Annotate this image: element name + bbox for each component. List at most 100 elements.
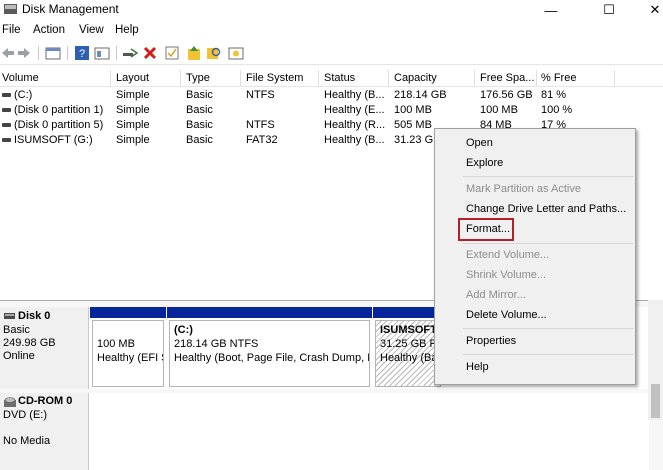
column-divider[interactable] xyxy=(614,70,615,86)
partition-bar xyxy=(167,307,372,318)
toolbar-separator xyxy=(116,46,117,60)
menu-action[interactable]: Action xyxy=(33,24,65,36)
menu-properties[interactable]: Properties xyxy=(466,335,516,347)
checklist-icon[interactable] xyxy=(164,45,180,61)
window-title: Disk Management xyxy=(22,2,119,16)
close-button[interactable]: ✕ xyxy=(633,0,663,20)
volume-row[interactable]: (Disk 0 partition 1) Simple Basic Health… xyxy=(0,103,663,118)
disk-name: Disk 0 xyxy=(18,310,51,322)
column-status[interactable]: Status xyxy=(324,72,386,84)
partition-box-selected: ISUMSOFT 31.25 GB FA Healthy (Ba xyxy=(375,320,441,387)
properties-icon[interactable] xyxy=(45,45,61,61)
disk-status: No Media xyxy=(3,435,51,447)
column-divider[interactable] xyxy=(474,70,475,86)
cell-percent-free: 81 % xyxy=(541,89,567,101)
column-divider[interactable] xyxy=(240,70,241,86)
column-percent-free[interactable]: % Free xyxy=(541,72,611,84)
menu-view[interactable]: View xyxy=(79,24,104,36)
menu-explore[interactable]: Explore xyxy=(466,157,503,169)
title-bar: Disk Management — ☐ ✕ xyxy=(0,0,663,20)
cell-free-space: 176.56 GB xyxy=(480,89,533,101)
cell-status: Healthy (R... xyxy=(324,119,386,131)
column-divider[interactable] xyxy=(388,70,389,86)
format-highlight-box xyxy=(458,218,514,241)
partition-bar xyxy=(373,307,443,318)
minimize-icon: — xyxy=(544,2,558,18)
column-volume[interactable]: Volume xyxy=(2,72,108,84)
help-icon[interactable]: ? xyxy=(74,45,90,61)
cell-capacity: 218.14 GB xyxy=(394,89,447,101)
volume-icon xyxy=(2,138,11,142)
menu-separator xyxy=(463,243,633,244)
cdrom-icon xyxy=(4,397,16,407)
list-view-icon[interactable] xyxy=(94,45,110,61)
disk-size: 249.98 GB xyxy=(3,337,56,349)
column-divider[interactable] xyxy=(536,70,537,86)
cell-capacity: 100 MB xyxy=(394,104,432,116)
partition-box: 100 MB Healthy (EFI S xyxy=(92,320,164,387)
cell-type: Basic xyxy=(186,134,213,146)
column-layout[interactable]: Layout xyxy=(116,72,178,84)
partition-c[interactable]: (C:) 218.14 GB NTFS Healthy (Boot, Page … xyxy=(167,307,372,387)
menu-help-item[interactable]: Help xyxy=(466,361,489,373)
search-icon[interactable] xyxy=(206,45,222,61)
column-divider[interactable] xyxy=(180,70,181,86)
scrollbar-thumb[interactable] xyxy=(651,384,660,418)
disk-type: DVD (E:) xyxy=(3,409,47,421)
disk-name: CD-ROM 0 xyxy=(18,395,73,407)
menu-extend-volume: Extend Volume... xyxy=(466,249,550,261)
menu-separator xyxy=(463,354,633,355)
maximize-button[interactable]: ☐ xyxy=(587,0,631,20)
column-file-system[interactable]: File System xyxy=(246,72,316,84)
cell-type: Basic xyxy=(186,89,213,101)
cell-layout: Simple xyxy=(116,104,150,116)
cell-status: Healthy (E... xyxy=(324,104,385,116)
back-icon[interactable] xyxy=(0,45,16,61)
cell-file-system: FAT32 xyxy=(246,134,278,146)
menu-change-drive-letter[interactable]: Change Drive Letter and Paths... xyxy=(466,203,626,215)
partition-status: Healthy (Boot, Page File, Crash Dump, Ba xyxy=(174,352,370,364)
menu-delete-volume[interactable]: Delete Volume... xyxy=(466,309,547,321)
svg-text:?: ? xyxy=(79,48,85,60)
minimize-button[interactable]: — xyxy=(529,0,573,20)
partition-title: (C:) xyxy=(174,324,193,336)
up-icon[interactable] xyxy=(186,45,202,61)
context-menu: Open Explore Mark Partition as Active Ch… xyxy=(434,128,636,385)
partition-status: Healthy (EFI S xyxy=(97,352,164,364)
cell-free-space: 100 MB xyxy=(480,104,518,116)
cell-layout: Simple xyxy=(116,134,150,146)
cell-type: Basic xyxy=(186,119,213,131)
partition-size: 31.25 GB FA xyxy=(380,338,441,350)
cell-volume: (Disk 0 partition 5) xyxy=(14,119,104,131)
toolbar: ? xyxy=(0,42,663,65)
connect-icon[interactable] xyxy=(122,45,138,61)
delete-icon[interactable] xyxy=(142,45,158,61)
cell-volume: ISUMSOFT (G:) xyxy=(14,134,93,146)
cdrom-0-label[interactable]: CD-ROM 0 DVD (E:) No Media xyxy=(0,393,89,470)
cell-type: Basic xyxy=(186,104,213,116)
column-divider[interactable] xyxy=(318,70,319,86)
partition-isumsoft[interactable]: ISUMSOFT 31.25 GB FA Healthy (Ba xyxy=(373,307,443,387)
menu-add-mirror: Add Mirror... xyxy=(466,289,526,301)
disk-0-label[interactable]: Disk 0 Basic 249.98 GB Online xyxy=(0,307,89,389)
column-divider[interactable] xyxy=(110,70,111,86)
cell-layout: Simple xyxy=(116,89,150,101)
cell-volume: (C:) xyxy=(14,89,33,101)
partition-size: 218.14 GB NTFS xyxy=(174,338,259,350)
menu-help[interactable]: Help xyxy=(115,24,139,36)
menu-file[interactable]: File xyxy=(2,24,21,36)
forward-icon[interactable] xyxy=(16,45,32,61)
menu-bar: File Action View Help xyxy=(0,22,663,40)
column-free-space[interactable]: Free Spa... xyxy=(480,72,534,84)
disk-icon xyxy=(4,313,15,319)
disk-type: Basic xyxy=(3,324,30,336)
partition-efi[interactable]: 100 MB Healthy (EFI S xyxy=(90,307,166,387)
volume-icon xyxy=(2,108,11,112)
column-capacity[interactable]: Capacity xyxy=(394,72,472,84)
menu-open[interactable]: Open xyxy=(466,137,493,149)
volume-row[interactable]: (C:) Simple Basic NTFS Healthy (B... 218… xyxy=(0,88,663,103)
column-type[interactable]: Type xyxy=(186,72,238,84)
settings-icon[interactable] xyxy=(228,45,244,61)
cell-percent-free: 100 % xyxy=(541,104,573,116)
menu-separator xyxy=(463,328,633,329)
